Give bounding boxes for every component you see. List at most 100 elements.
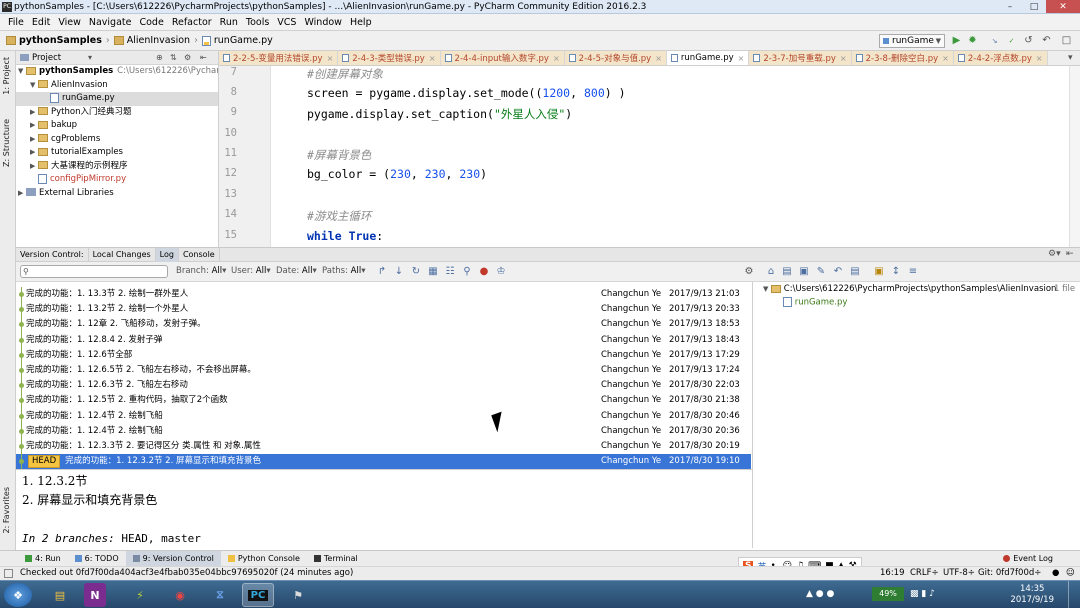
- group-by-icon[interactable]: ▣: [873, 266, 885, 278]
- menu-code[interactable]: Code: [135, 17, 167, 28]
- run-config-select[interactable]: runGame ▼: [879, 34, 945, 48]
- quick-settings-icon[interactable]: ♔: [495, 266, 507, 278]
- hide-panel-icon[interactable]: ⇤: [1066, 249, 1074, 259]
- breadcrumb-folder[interactable]: AlienInvasion ›: [113, 35, 198, 46]
- tab-console[interactable]: Console: [179, 247, 220, 262]
- caret-position[interactable]: 16:19: [880, 567, 905, 580]
- menu-file[interactable]: File: [4, 17, 28, 28]
- collapse-icon[interactable]: ⇅: [170, 53, 177, 62]
- explorer-icon[interactable]: ▤: [44, 583, 76, 607]
- tree-item-cgproblems[interactable]: ▶ cgProblems: [16, 133, 218, 147]
- hector-icon[interactable]: ☺: [1066, 567, 1075, 580]
- tree-item-rungame[interactable]: runGame.py: [16, 92, 218, 106]
- expand-arrow-icon[interactable]: ▶: [18, 187, 26, 201]
- tree-item-python-exercises[interactable]: ▶ Python入门经典习题: [16, 106, 218, 120]
- editor-tab[interactable]: 2-4-4-input输入数字.py ×: [440, 51, 565, 65]
- table-row[interactable]: 完成的功能：1. 12章 2. 飞船移动，发射子弹。 Changchun Ye 20…: [16, 317, 751, 334]
- tool-icon[interactable]: ⚑: [282, 583, 314, 607]
- tab-overflow-icon[interactable]: ▾: [1068, 53, 1073, 63]
- menu-navigate[interactable]: Navigate: [85, 17, 136, 28]
- table-row[interactable]: 完成的功能：1. 12.5节 2. 重构代码，抽取了2个函数 Changchun …: [16, 393, 751, 410]
- paths-filter[interactable]: Paths: All▾: [322, 266, 366, 276]
- hide-icon[interactable]: ⇤: [200, 53, 207, 62]
- favorites-tool-tab[interactable]: 2: Favorites: [2, 487, 11, 533]
- menu-edit[interactable]: Edit: [28, 17, 54, 28]
- line-separator[interactable]: CRLF÷: [910, 567, 939, 580]
- table-row[interactable]: 完成的功能：1. 12.4节 2. 绘制飞船 Changchun Ye 2017/8…: [16, 408, 751, 425]
- onenote-icon[interactable]: N: [84, 583, 106, 607]
- tree-item-bakup[interactable]: ▶ bakup: [16, 119, 218, 133]
- expand-arrow-icon[interactable]: ▶: [30, 160, 38, 174]
- editor-tab-active[interactable]: runGame.py ×: [666, 51, 750, 65]
- settings-icon[interactable]: ⚙: [743, 266, 755, 278]
- tab-run[interactable]: 4: Run: [18, 551, 68, 566]
- expand-arrow-icon[interactable]: ▼: [18, 65, 26, 79]
- close-tab-icon[interactable]: ×: [840, 54, 847, 63]
- expand-arrow-icon[interactable]: ▼: [763, 285, 768, 293]
- tray-icons[interactable]: ▲ ● ●: [806, 589, 834, 599]
- tab-log[interactable]: Log: [155, 247, 179, 262]
- breadcrumb-project[interactable]: pythonSamples ›: [6, 35, 110, 46]
- project-view-select[interactable]: Project: [32, 53, 61, 63]
- chrome-icon[interactable]: ◉: [164, 583, 196, 607]
- tree-item-tutorialexamples[interactable]: ▶ tutorialExamples: [16, 146, 218, 160]
- tree-item-alieninvasion[interactable]: ▼ AlienInvasion: [16, 79, 218, 93]
- changes-toolbar-icon[interactable]: ⌂: [765, 266, 777, 278]
- tree-item-pythonsamples[interactable]: ▼ pythonSamples C:\Users\612226\Pycharm: [16, 65, 218, 79]
- structure-tool-tab[interactable]: Z: Structure: [2, 119, 11, 167]
- tab-local-changes[interactable]: Local Changes: [89, 247, 156, 262]
- close-tab-icon[interactable]: ×: [1036, 54, 1043, 63]
- menu-tools[interactable]: Tools: [242, 17, 273, 28]
- close-tab-icon[interactable]: ×: [942, 54, 949, 63]
- revert-selected-icon[interactable]: ▣: [798, 266, 810, 278]
- close-tab-icon[interactable]: ×: [655, 54, 662, 63]
- file-encoding[interactable]: UTF-8÷: [943, 567, 975, 580]
- edit-source-icon[interactable]: ✎: [815, 266, 827, 278]
- code-editor[interactable]: 7 #创建屏幕对象 8 screen = pygame.display.set_…: [219, 66, 1069, 247]
- clock[interactable]: 14:35 2017/9/19: [1010, 584, 1054, 606]
- minimize-button[interactable]: –: [998, 0, 1022, 13]
- terminal-icon[interactable]: □: [1060, 35, 1073, 47]
- settings-icon[interactable]: ⚙: [184, 53, 191, 62]
- menu-vcs[interactable]: VCS: [273, 17, 300, 28]
- go-to-head-icon[interactable]: ↓: [393, 266, 405, 278]
- expand-arrow-icon[interactable]: ▶: [30, 133, 38, 147]
- table-row[interactable]: 完成的功能：1. 13.3节 2. 绘制一群外星人 Changchun Ye 201…: [16, 287, 751, 303]
- pycharm-taskbar-icon[interactable]: PC: [242, 583, 274, 607]
- editor-scrollbar[interactable]: [1069, 66, 1080, 247]
- start-button[interactable]: ❖: [4, 583, 32, 607]
- cherry-pick-icon[interactable]: ●: [478, 266, 490, 278]
- visual-studio-icon[interactable]: ⧖: [204, 583, 236, 607]
- collapse-all-icon[interactable]: ≡: [907, 266, 919, 278]
- table-row[interactable]: 完成的功能：1. 12.6.5节 2. 飞船左右移动，不会移出屏幕。 Changc…: [16, 363, 751, 379]
- table-row[interactable]: 完成的功能：1. 13.2节 2. 绘制一个外星人 Changchun Ye 201…: [16, 302, 751, 319]
- menu-window[interactable]: Window: [300, 17, 345, 28]
- network-icon[interactable]: ▩ ▮ ♪: [910, 589, 935, 599]
- changed-folder[interactable]: ▼ C:\Users\612226\PycharmProjects\python…: [763, 284, 1056, 294]
- history-icon[interactable]: ↺: [1022, 35, 1035, 47]
- table-row[interactable]: 完成的功能：1. 12.3.3节 2. 要记得区分 类.属性 和 对象.属性 Ch…: [16, 439, 751, 455]
- tree-item-configpipmirror[interactable]: configPipMirror.py: [16, 173, 218, 187]
- tab-todo[interactable]: 6: TODO: [68, 551, 126, 566]
- expand-arrow-icon[interactable]: ▶: [30, 146, 38, 160]
- editor-tab[interactable]: 2-2-5-变量用法错误.py ×: [219, 51, 339, 65]
- show-diff-icon[interactable]: ▤: [781, 266, 793, 278]
- tree-item-external-libraries[interactable]: ▶ External Libraries: [16, 187, 218, 201]
- gear-icon[interactable]: ⚙▾: [1048, 249, 1061, 259]
- battery-indicator[interactable]: 49%: [872, 587, 904, 601]
- debug-icon[interactable]: ✹: [966, 35, 979, 47]
- editor-tab[interactable]: 2-4-3-类型错误.py ×: [338, 51, 441, 65]
- menu-help[interactable]: Help: [346, 17, 376, 28]
- editor-tab[interactable]: 2-3-7-加号重载.py ×: [749, 51, 852, 65]
- app-icon[interactable]: ⚡: [124, 583, 156, 607]
- toggle-tool-windows-icon[interactable]: [4, 569, 13, 578]
- vcs-commit-icon[interactable]: ✓: [1005, 35, 1018, 47]
- branch-filter[interactable]: Branch: All▾: [176, 266, 226, 276]
- undo-icon[interactable]: ↶: [832, 266, 844, 278]
- run-icon[interactable]: ▶: [950, 35, 963, 47]
- close-button[interactable]: ✕: [1046, 0, 1080, 13]
- tab-python-console[interactable]: Python Console: [221, 551, 307, 566]
- breadcrumb-file[interactable]: runGame.py: [201, 35, 273, 46]
- expand-arrow-icon[interactable]: ▶: [30, 119, 38, 133]
- show-history-icon[interactable]: ▤: [849, 266, 861, 278]
